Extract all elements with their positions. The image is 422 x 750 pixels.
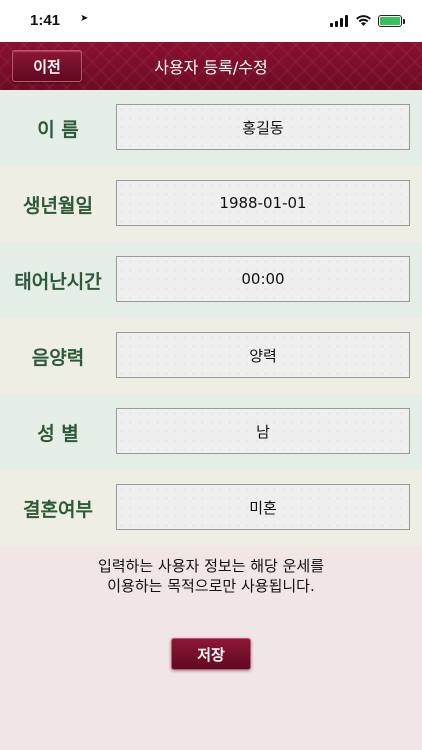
name-row: 이 름 홍길동 (0, 90, 422, 166)
gender-row: 성 별 남 (0, 394, 422, 470)
page-title: 사용자 등록/수정 (154, 58, 268, 77)
nav-bar: 이전 사용자 등록/수정 (0, 42, 422, 90)
privacy-notice-line-1: 입력하는 사용자 정보는 해당 운세를 (97, 557, 325, 575)
cellular-signal-icon (330, 15, 348, 27)
calendar-type-row: 음양력 양력 (0, 318, 422, 394)
back-button[interactable]: 이전 (12, 50, 82, 82)
birthdate-field[interactable]: 1988-01-01 (116, 180, 410, 226)
privacy-notice-line-2: 이용하는 목적으로만 사용됩니다. (107, 577, 315, 595)
location-arrow-icon: ➤ (80, 13, 89, 24)
status-time: 1:41 (30, 12, 61, 29)
marital-status-row: 결혼여부 미혼 (0, 470, 422, 546)
privacy-notice: 입력하는 사용자 정보는 해당 운세를 이용하는 목적으로만 사용됩니다. (0, 556, 422, 596)
birthdate-label: 생년월일 (23, 194, 93, 217)
battery-icon (378, 15, 402, 27)
battery-level (380, 17, 400, 25)
battery-cap (403, 19, 405, 24)
gender-label: 성 별 (37, 422, 79, 445)
calendar-type-field[interactable]: 양력 (116, 332, 410, 378)
birthtime-field[interactable]: 00:00 (116, 256, 410, 302)
calendar-type-label: 음양력 (31, 346, 85, 369)
marital-status-field[interactable]: 미혼 (116, 484, 410, 530)
birthtime-label: 태어난시간 (14, 270, 102, 293)
birthdate-row: 생년월일 1988-01-01 (0, 166, 422, 242)
name-label: 이 름 (37, 118, 79, 141)
birthtime-row: 태어난시간 00:00 (0, 242, 422, 318)
status-bar: 1:41 ➤ (0, 0, 422, 42)
wifi-icon (356, 15, 371, 26)
marital-status-label: 결혼여부 (23, 498, 93, 521)
gender-field[interactable]: 남 (116, 408, 410, 454)
save-button[interactable]: 저장 (171, 638, 251, 670)
name-field[interactable]: 홍길동 (116, 104, 410, 150)
